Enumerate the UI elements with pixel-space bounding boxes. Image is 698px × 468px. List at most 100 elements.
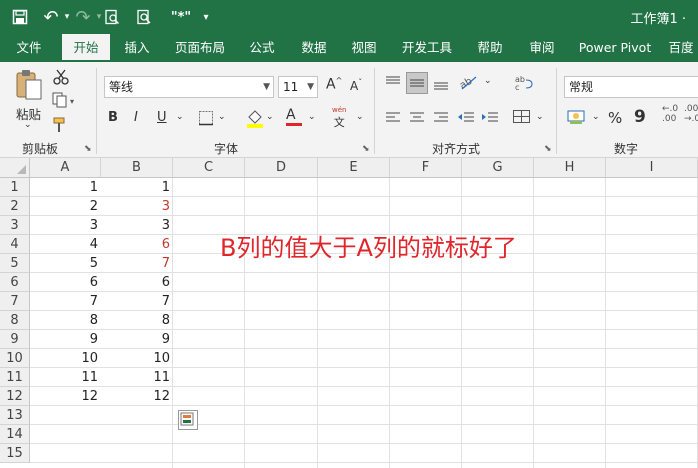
accounting-dropdown-icon[interactable]: ⌄	[592, 112, 600, 122]
align-right-icon[interactable]	[432, 110, 450, 126]
redo-dropdown-icon[interactable]: ▾	[94, 12, 104, 22]
font-color-button[interactable]: A	[286, 107, 302, 126]
copy-icon[interactable]: ▾	[52, 92, 78, 108]
orientation-icon[interactable]: ab	[458, 72, 482, 92]
row-header-5[interactable]: 5	[0, 254, 30, 273]
cell-a1[interactable]: 1	[30, 178, 101, 197]
tab-formulas[interactable]: 公式	[240, 34, 284, 62]
tab-help[interactable]: 帮助	[468, 34, 512, 62]
bold-button[interactable]: B	[108, 110, 118, 125]
cell-a9[interactable]: 9	[30, 330, 101, 349]
align-top-icon[interactable]	[384, 74, 402, 92]
fill-color-dropdown-icon[interactable]: ⌄	[266, 112, 274, 122]
row-header-12[interactable]: 12	[0, 387, 30, 406]
cell-a4[interactable]: 4	[30, 235, 101, 254]
underline-dropdown-icon[interactable]: ⌄	[176, 112, 184, 122]
print-preview-icon[interactable]	[104, 9, 136, 25]
column-header-g[interactable]: G	[462, 158, 534, 178]
tab-insert[interactable]: 插入	[114, 34, 160, 62]
quick-analysis-icon[interactable]	[178, 410, 198, 430]
decrease-indent-icon[interactable]	[456, 110, 476, 126]
redo-icon[interactable]: ↷	[72, 7, 94, 28]
column-header-h[interactable]: H	[534, 158, 606, 178]
font-name-combo[interactable]: 等线 ▼	[104, 76, 274, 98]
column-header-i[interactable]: I	[606, 158, 698, 178]
paste-icon[interactable]	[14, 68, 44, 102]
column-header-f[interactable]: F	[390, 158, 462, 178]
tab-data[interactable]: 数据	[292, 34, 336, 62]
cell-b12[interactable]: 12	[101, 387, 173, 406]
format-painter-icon[interactable]	[52, 116, 70, 134]
border-dropdown-icon[interactable]: ⌄	[218, 112, 226, 122]
align-center-icon[interactable]	[408, 110, 426, 126]
row-header-15[interactable]: 15	[0, 444, 30, 463]
select-all-button[interactable]	[0, 158, 30, 178]
tab-page-layout[interactable]: 页面布局	[166, 34, 234, 62]
cell-b1[interactable]: 1	[101, 178, 173, 197]
italic-button[interactable]: I	[134, 110, 138, 125]
column-header-e[interactable]: E	[318, 158, 390, 178]
cell-a7[interactable]: 7	[30, 292, 101, 311]
column-header-d[interactable]: D	[245, 158, 318, 178]
fill-color-icon[interactable]	[246, 108, 264, 128]
phonetic-dropdown-icon[interactable]: ⌄	[356, 112, 364, 122]
paste-dropdown-icon[interactable]: ⌄	[24, 120, 32, 130]
cell-b5[interactable]: 7	[101, 254, 173, 273]
cell-b4[interactable]: 6	[101, 235, 173, 254]
tab-power-pivot[interactable]: Power Pivot	[574, 34, 656, 62]
column-header-a[interactable]: A	[30, 158, 101, 178]
cell-a11[interactable]: 11	[30, 368, 101, 387]
cell-b2[interactable]: 3	[101, 197, 173, 216]
cell-a6[interactable]: 6	[30, 273, 101, 292]
cell-a3[interactable]: 3	[30, 216, 101, 235]
undo-dropdown-icon[interactable]: ▾	[62, 12, 72, 22]
row-header-11[interactable]: 11	[0, 368, 30, 387]
row-header-1[interactable]: 1	[0, 178, 30, 197]
row-header-9[interactable]: 9	[0, 330, 30, 349]
cell-b8[interactable]: 8	[101, 311, 173, 330]
grow-font-button[interactable]: A^	[326, 76, 342, 93]
cell-a5[interactable]: 5	[30, 254, 101, 273]
number-format-combo[interactable]: 常规	[564, 76, 698, 98]
border-icon[interactable]	[198, 110, 214, 126]
cell-a8[interactable]: 8	[30, 311, 101, 330]
cut-icon[interactable]	[52, 68, 70, 86]
cell-a2[interactable]: 2	[30, 197, 101, 216]
increase-decimal-button[interactable]: ←.0.00	[662, 104, 678, 124]
row-header-8[interactable]: 8	[0, 311, 30, 330]
tab-review[interactable]: 审阅	[520, 34, 564, 62]
percent-button[interactable]: %	[608, 109, 622, 127]
column-header-b[interactable]: B	[101, 158, 173, 178]
customize-qat-icon[interactable]: ▾	[198, 12, 214, 23]
custom-format-button[interactable]: "*"	[164, 10, 198, 25]
tab-file[interactable]: 文件	[6, 34, 52, 62]
row-header-7[interactable]: 7	[0, 292, 30, 311]
merge-dropdown-icon[interactable]: ⌄	[536, 112, 544, 122]
shrink-font-button[interactable]: Aˇ	[350, 78, 362, 93]
zoom-preview-icon[interactable]	[136, 9, 164, 25]
cell-a12[interactable]: 12	[30, 387, 101, 406]
wrap-text-icon[interactable]: ab c	[514, 74, 534, 92]
merge-center-icon[interactable]	[512, 108, 532, 126]
column-header-c[interactable]: C	[173, 158, 245, 178]
font-size-combo[interactable]: 11 ▼	[278, 76, 318, 98]
comma-style-button[interactable]: 9	[634, 107, 646, 127]
tab-developer[interactable]: 开发工具	[394, 34, 460, 62]
row-header-4[interactable]: 4	[0, 235, 30, 254]
clipboard-launcher-icon[interactable]: ⬊	[84, 144, 92, 154]
undo-icon[interactable]: ↶	[40, 7, 62, 28]
phonetic-guide-button[interactable]: wén 文	[332, 106, 346, 130]
cell-b11[interactable]: 11	[101, 368, 173, 387]
increase-indent-icon[interactable]	[480, 110, 500, 126]
save-icon[interactable]	[12, 9, 40, 25]
cell-b10[interactable]: 10	[101, 349, 173, 368]
accounting-format-icon[interactable]	[566, 108, 588, 126]
row-header-10[interactable]: 10	[0, 349, 30, 368]
cell-b9[interactable]: 9	[101, 330, 173, 349]
alignment-launcher-icon[interactable]: ⬊	[544, 144, 552, 154]
row-header-14[interactable]: 14	[0, 425, 30, 444]
align-bottom-icon[interactable]	[432, 74, 450, 92]
underline-button[interactable]: U	[157, 110, 167, 125]
font-launcher-icon[interactable]: ⬊	[362, 144, 370, 154]
font-color-dropdown-icon[interactable]: ⌄	[308, 112, 316, 122]
